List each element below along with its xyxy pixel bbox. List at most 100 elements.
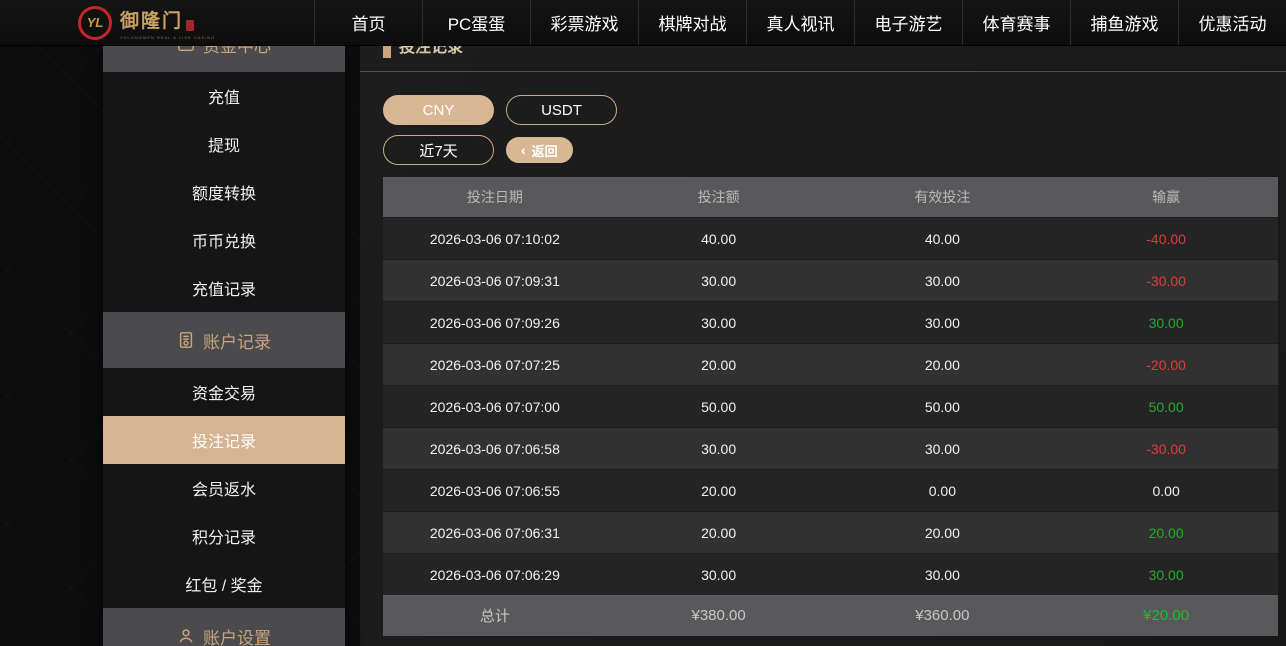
nav-item-6[interactable]: 体育赛事: [962, 0, 1070, 45]
sidebar-section-6[interactable]: 账户记录: [103, 312, 345, 368]
sidebar-label: 资金交易: [192, 380, 256, 404]
cell-winloss: -40.00: [1054, 231, 1278, 247]
cell-winloss: 0.00: [1054, 483, 1278, 499]
sidebar-label: 币币兑换: [192, 228, 256, 252]
sidebar-item-8[interactable]: 投注记录: [103, 416, 345, 464]
cell-bet: 30.00: [607, 315, 831, 331]
table-row: 2026-03-06 07:06:3120.0020.0020.00: [383, 511, 1278, 553]
sidebar-label: 账户设置: [203, 624, 271, 646]
sidebar-item-4[interactable]: 币币兑换: [103, 216, 345, 264]
sidebar-item-1[interactable]: 充值: [103, 72, 345, 120]
nav-menu: 首页PC蛋蛋彩票游戏棋牌对战真人视讯电子游艺体育赛事捕鱼游戏优惠活动: [314, 0, 1286, 45]
cell-valid: 30.00: [831, 441, 1055, 457]
betting-records-table: 投注日期 投注额 有效投注 输赢 2026-03-06 07:10:02 40.0…: [383, 177, 1278, 636]
table-row: 2026-03-06 07:06:2930.0030.0030.00: [383, 553, 1278, 595]
brand-subtext: YULONGMEN REAL & LIVE CASINO: [120, 35, 215, 40]
sidebar-section-0[interactable]: 资金中心: [103, 46, 345, 72]
wallet-icon: [177, 46, 195, 53]
table-row: 2026-03-06 07:07:2520.0020.00-20.00: [383, 343, 1278, 385]
ledger-icon: [177, 331, 195, 349]
cell-winloss: -30.00: [1054, 441, 1278, 457]
sidebar-item-7[interactable]: 资金交易: [103, 368, 345, 416]
chevron-left-icon: ‹: [521, 142, 526, 158]
nav-item-1[interactable]: PC蛋蛋: [422, 0, 530, 45]
tab-usdt[interactable]: USDT: [506, 95, 617, 125]
sidebar-item-9[interactable]: 会员返水: [103, 464, 345, 512]
cell-date: 2026-03-06 07:09:26: [383, 315, 607, 331]
cell-bet: 30.00: [607, 441, 831, 457]
cell-bet: 30.00: [607, 273, 831, 289]
cell-bet: 50.00: [607, 399, 831, 415]
cell-date: 2026-03-06 07:10:02: [383, 231, 607, 247]
cell-valid: 20.00: [831, 525, 1055, 541]
cell-winloss: -30.00: [1054, 273, 1278, 289]
cell-winloss: 20.00: [1054, 525, 1278, 541]
cell-date: 2026-03-06 07:06:58: [383, 441, 607, 457]
sidebar: 资金中心充值提现额度转换币币兑换充值记录账户记录资金交易投注记录会员返水积分记录…: [103, 46, 345, 646]
nav-item-5[interactable]: 电子游艺: [854, 0, 962, 45]
nav-item-2[interactable]: 彩票游戏: [530, 0, 638, 45]
nav-item-7[interactable]: 捕鱼游戏: [1070, 0, 1178, 45]
cell-date: 2026-03-06 07:06:31: [383, 525, 607, 541]
cell-bet: 20.00: [607, 483, 831, 499]
nav-item-0[interactable]: 首页: [314, 0, 422, 45]
cell-valid: 0.00: [831, 483, 1055, 499]
table-row: 2026-03-06 07:06:5830.0030.00-30.00: [383, 427, 1278, 469]
nav-item-8[interactable]: 优惠活动: [1178, 0, 1286, 45]
sidebar-label: 充值: [208, 84, 240, 108]
sidebar-item-10[interactable]: 积分记录: [103, 512, 345, 560]
cell-valid: 30.00: [831, 567, 1055, 583]
sidebar-item-2[interactable]: 提现: [103, 120, 345, 168]
sidebar-label: 提现: [208, 132, 240, 156]
sidebar-label: 红包 / 奖金: [185, 572, 262, 596]
page-title: 投注记录: [399, 46, 463, 57]
cell-bet: 30.00: [607, 567, 831, 583]
col-header-valid: 有效投注: [831, 187, 1055, 207]
cell-date: 2026-03-06 07:09:31: [383, 273, 607, 289]
page-title-bar: 投注记录: [360, 46, 1286, 72]
sidebar-label: 投注记录: [192, 428, 256, 452]
total-valid: ¥360.00: [831, 607, 1055, 624]
table-total-row: 总计 ¥380.00 ¥360.00 ¥20.00: [383, 595, 1278, 636]
cell-valid: 40.00: [831, 231, 1055, 247]
back-button[interactable]: ‹ 返回: [506, 137, 573, 163]
brand-emblem-icon: YL: [78, 6, 112, 40]
table-row: 2026-03-06 07:09:3130.0030.00-30.00: [383, 259, 1278, 301]
sidebar-item-11[interactable]: 红包 / 奖金: [103, 560, 345, 608]
tab-cny[interactable]: CNY: [383, 95, 494, 125]
sidebar-label: 会员返水: [192, 476, 256, 500]
cell-bet: 20.00: [607, 357, 831, 373]
col-header-date: 投注日期: [383, 187, 607, 207]
table-row: 2026-03-06 07:09:2630.0030.0030.00: [383, 301, 1278, 343]
brand-logo[interactable]: YL 御隆门 YULONGMEN REAL & LIVE CASINO: [0, 0, 300, 45]
cell-winloss: 30.00: [1054, 315, 1278, 331]
cell-valid: 50.00: [831, 399, 1055, 415]
table-row: 2026-03-06 07:07:0050.0050.0050.00: [383, 385, 1278, 427]
cell-date: 2026-03-06 07:07:00: [383, 399, 607, 415]
date-range-button[interactable]: 近7天: [383, 135, 494, 165]
sidebar-item-3[interactable]: 额度转换: [103, 168, 345, 216]
total-winloss: ¥20.00: [1054, 607, 1278, 624]
cell-bet: 20.00: [607, 525, 831, 541]
cell-valid: 30.00: [831, 273, 1055, 289]
total-bet: ¥380.00: [607, 607, 831, 624]
sidebar-item-5[interactable]: 充值记录: [103, 264, 345, 312]
cell-winloss: -20.00: [1054, 357, 1278, 373]
top-navbar: YL 御隆门 YULONGMEN REAL & LIVE CASINO 首页PC…: [0, 0, 1286, 46]
page: YL 御隆门 YULONGMEN REAL & LIVE CASINO 首页PC…: [0, 0, 1286, 646]
cell-winloss: 50.00: [1054, 399, 1278, 415]
cell-date: 2026-03-06 07:06:55: [383, 483, 607, 499]
nav-item-3[interactable]: 棋牌对战: [638, 0, 746, 45]
sidebar-label: 账户记录: [203, 328, 271, 353]
sidebar-label: 额度转换: [192, 180, 256, 204]
sidebar-section-12[interactable]: 账户设置: [103, 608, 345, 646]
cell-date: 2026-03-06 07:06:29: [383, 567, 607, 583]
nav-item-4[interactable]: 真人视讯: [746, 0, 854, 45]
user-icon: [177, 627, 195, 645]
brand-name: 御隆门: [120, 6, 183, 33]
table-row: 2026-03-06 07:10:0240.0040.00-40.00: [383, 217, 1278, 259]
brand-seal-icon: [186, 20, 194, 31]
table-header-row: 投注日期 投注额 有效投注 输赢: [383, 177, 1278, 217]
title-marker: [383, 46, 391, 58]
sidebar-label: 资金中心: [203, 46, 271, 57]
